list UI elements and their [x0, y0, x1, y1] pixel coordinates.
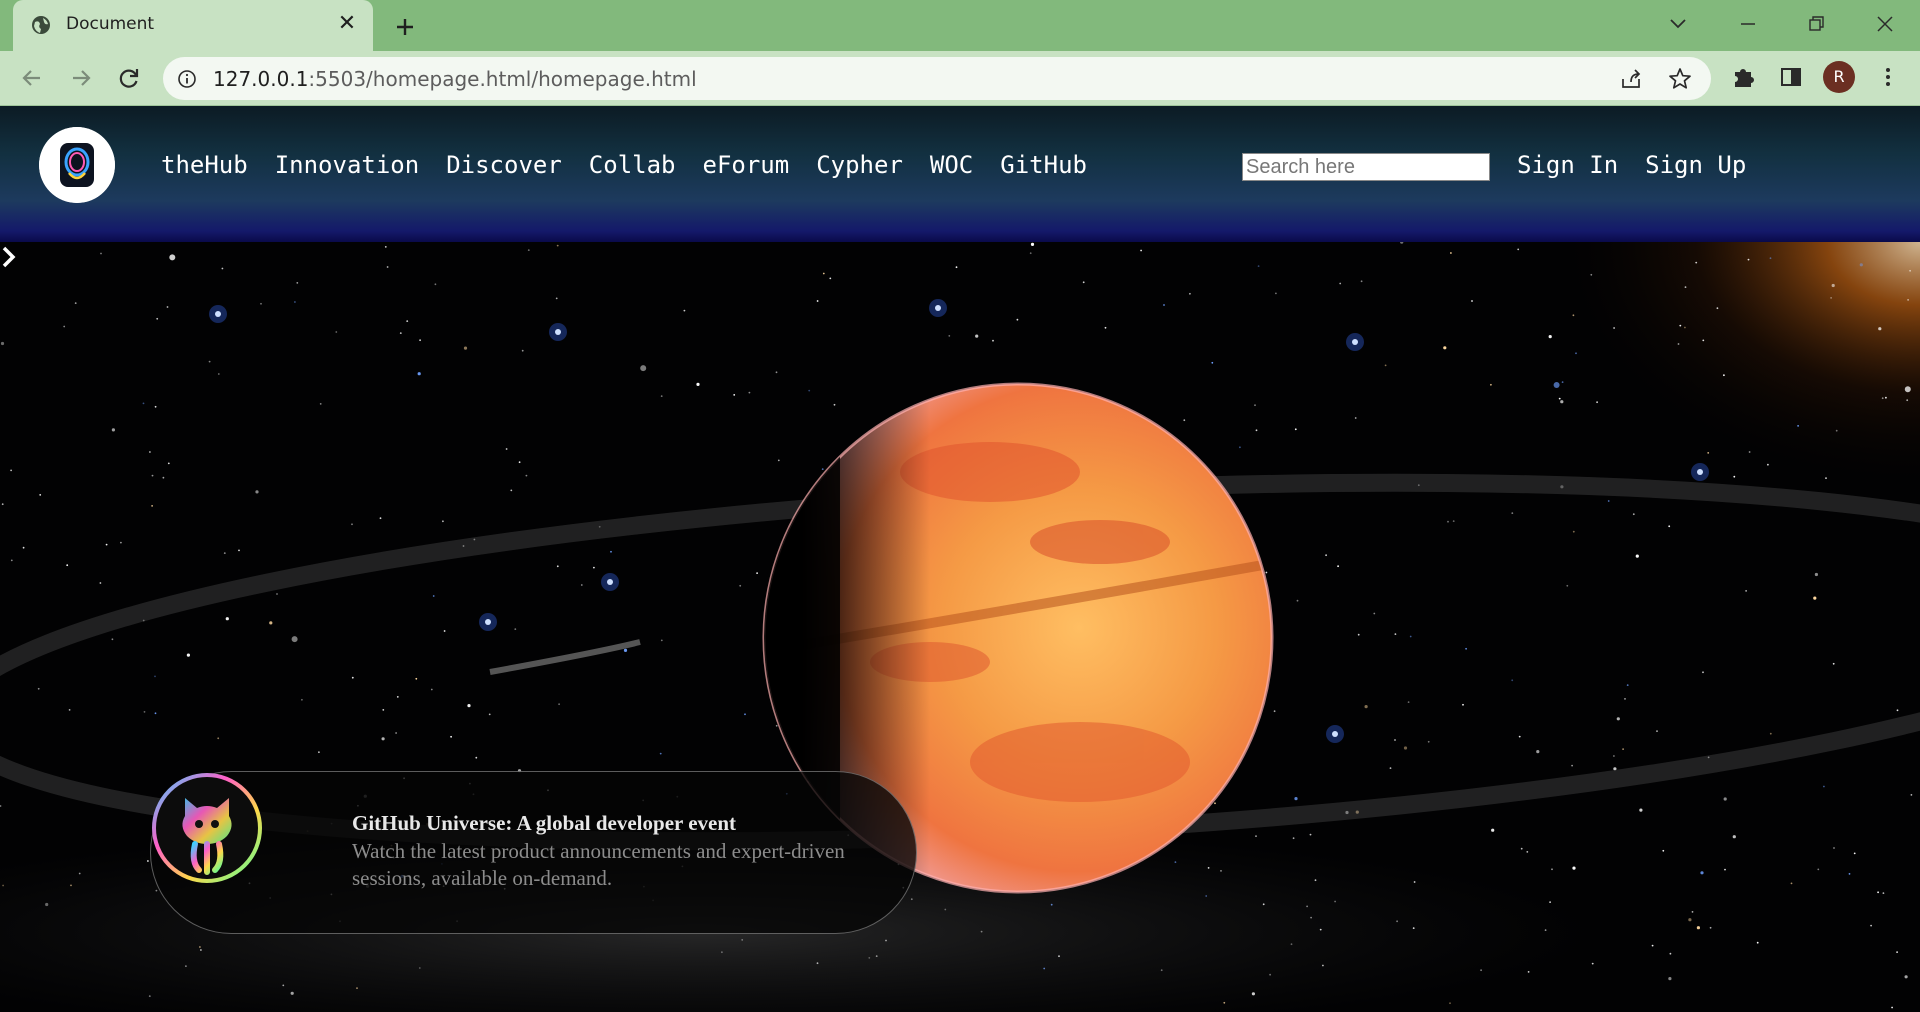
nav-collab[interactable]: Collab: [589, 151, 676, 179]
profile-avatar[interactable]: R: [1823, 61, 1855, 93]
nav-discover[interactable]: Discover: [446, 151, 562, 179]
reload-icon[interactable]: [113, 62, 145, 94]
new-tab-icon[interactable]: [390, 12, 420, 42]
site-header: theHub Innovation Discover Collab eForum…: [0, 106, 1920, 242]
minimize-icon[interactable]: [1733, 10, 1763, 38]
tab-search-chevron-icon[interactable]: [1663, 10, 1693, 38]
site-logo[interactable]: [39, 127, 115, 203]
close-tab-icon[interactable]: ✕: [335, 12, 359, 36]
globe-icon: [32, 16, 50, 34]
nav-innovation[interactable]: Innovation: [275, 151, 420, 179]
search-input[interactable]: [1242, 153, 1490, 181]
octocat-holographic-icon: [152, 773, 262, 883]
url-text: 127.0.0.1:5503/homepage.html/homepage.ht…: [213, 67, 697, 91]
back-arrow-icon[interactable]: [16, 62, 48, 94]
close-window-icon[interactable]: [1870, 10, 1900, 38]
restore-icon[interactable]: [1801, 10, 1831, 38]
nav-woc[interactable]: WOC: [930, 151, 973, 179]
forward-arrow-icon[interactable]: [65, 62, 97, 94]
webpage: theHub Innovation Discover Collab eForum…: [0, 106, 1920, 1012]
sign-up-link[interactable]: Sign Up: [1645, 151, 1746, 179]
browser-toolbar: 127.0.0.1:5503/homepage.html/homepage.ht…: [0, 51, 1920, 106]
side-panel-icon[interactable]: [1776, 62, 1806, 92]
hero-space-scene: GitHub Universe: A global developer even…: [0, 242, 1920, 1012]
event-banner[interactable]: GitHub Universe: A global developer even…: [150, 771, 917, 934]
nav-eforum[interactable]: eForum: [703, 151, 790, 179]
auth-links: Sign In Sign Up: [1517, 151, 1746, 179]
event-description: Watch the latest product announcements a…: [352, 839, 845, 890]
event-title: GitHub Universe: A global developer even…: [352, 811, 737, 835]
share-icon[interactable]: [1618, 66, 1644, 92]
browser-tab[interactable]: Document ✕: [13, 0, 373, 51]
bookmark-star-icon[interactable]: [1667, 66, 1693, 92]
browser-menu-icon[interactable]: [1873, 62, 1903, 92]
extensions-puzzle-icon[interactable]: [1729, 62, 1759, 92]
sidebar-toggle-chevron-icon[interactable]: [0, 242, 24, 272]
address-bar[interactable]: 127.0.0.1:5503/homepage.html/homepage.ht…: [163, 57, 1711, 100]
nav-thehub[interactable]: theHub: [161, 151, 248, 179]
browser-tab-strip: Document ✕: [0, 0, 1920, 51]
sign-in-link[interactable]: Sign In: [1517, 151, 1618, 179]
nav-github[interactable]: GitHub: [1000, 151, 1087, 179]
main-nav: theHub Innovation Discover Collab eForum…: [161, 151, 1087, 179]
nav-cypher[interactable]: Cypher: [816, 151, 903, 179]
site-info-icon[interactable]: [177, 69, 197, 89]
tab-title: Document: [66, 14, 155, 34]
